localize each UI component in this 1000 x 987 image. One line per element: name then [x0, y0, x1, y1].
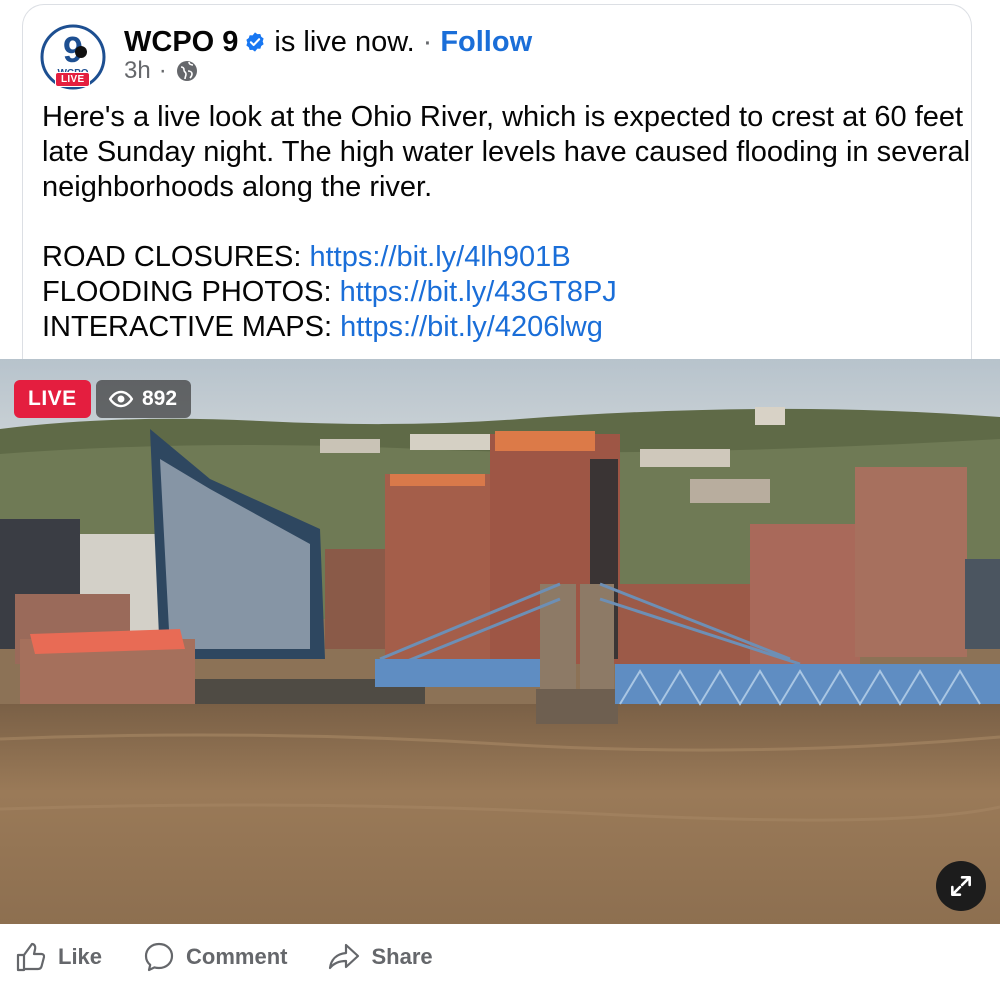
post-actions-bar: Like Comment Share — [0, 926, 1000, 987]
comment-bubble-icon — [144, 942, 174, 971]
link-line-interactive-maps: INTERACTIVE MAPS: https://bit.ly/4206lwg — [42, 311, 603, 343]
like-label: Like — [58, 943, 103, 969]
avatar-live-badge: LIVE — [55, 72, 91, 87]
follow-button[interactable]: Follow — [440, 26, 532, 59]
link-line-flooding-photos: FLOODING PHOTOS: https://bit.ly/43GT8PJ — [42, 276, 617, 308]
separator: · — [422, 25, 433, 58]
like-button[interactable]: Like — [14, 940, 102, 974]
live-indicator: LIVE — [14, 380, 91, 418]
facebook-post: 9 WCPO LIVE WCPO 9 is live now. · Follow… — [0, 0, 1000, 987]
live-status-text: is live now. — [274, 25, 415, 58]
post-body-paragraph: Here's a live look at the Ohio River, wh… — [42, 101, 971, 203]
post-meta: 3h · — [124, 56, 199, 86]
river-city-scene — [0, 359, 1000, 924]
post-timestamp[interactable]: 3h — [124, 57, 151, 85]
live-video-player[interactable]: LIVE 892 — [0, 359, 1000, 924]
link-line-road-closures: ROAD CLOSURES: https://bit.ly/4lh901B — [42, 241, 571, 273]
thumbs-up-icon — [16, 942, 46, 971]
share-arrow-icon — [329, 943, 360, 969]
comment-button[interactable]: Comment — [142, 940, 287, 974]
road-closures-link[interactable]: https://bit.ly/4lh901B — [310, 241, 571, 273]
interactive-maps-link[interactable]: https://bit.ly/4206lwg — [340, 311, 603, 343]
post-body: Here's a live look at the Ohio River, wh… — [42, 100, 972, 345]
eye-icon — [108, 390, 134, 408]
globe-icon — [176, 61, 197, 81]
flooding-photos-link[interactable]: https://bit.ly/43GT8PJ — [340, 276, 617, 308]
share-label: Share — [371, 943, 433, 969]
viewer-count: 892 — [96, 380, 192, 418]
expand-icon — [951, 876, 971, 896]
meta-separator: · — [158, 57, 167, 84]
page-name-link[interactable]: WCPO 9 — [124, 26, 238, 59]
verified-badge-icon — [246, 32, 265, 52]
viewer-count-value: 892 — [142, 387, 178, 410]
fullscreen-button[interactable] — [936, 861, 986, 911]
share-button[interactable]: Share — [327, 940, 433, 974]
comment-label: Comment — [186, 943, 288, 969]
